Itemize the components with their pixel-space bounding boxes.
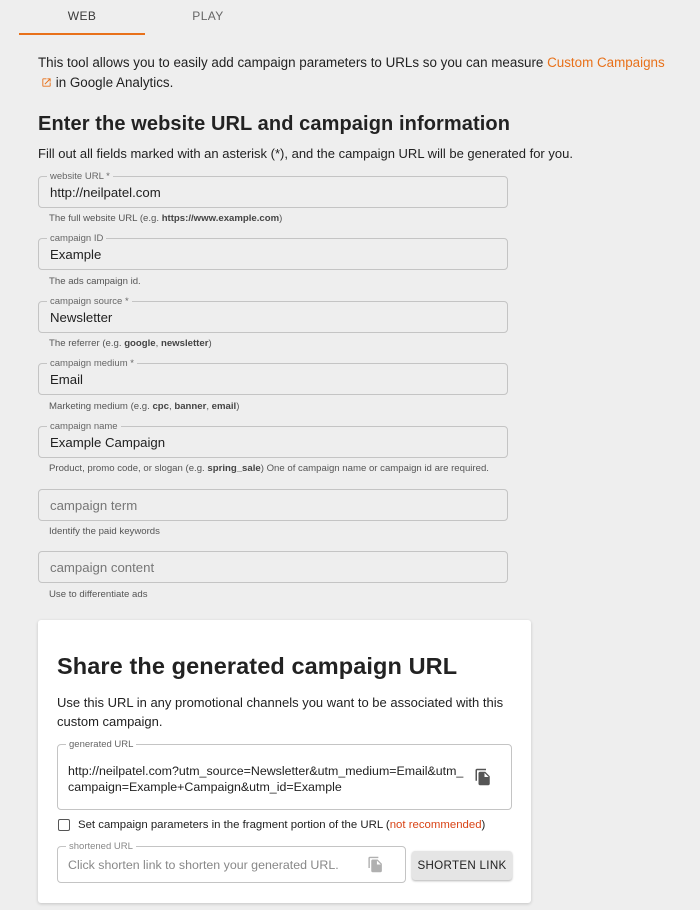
tab-play[interactable]: PLAY: [145, 0, 271, 36]
campaign-name-field[interactable]: campaign name Example Campaign: [38, 421, 508, 458]
tab-bar: WEB PLAY: [0, 0, 700, 36]
campaign-medium-help: Marketing medium (e.g. cpc, banner, emai…: [49, 401, 240, 412]
campaign-term-field[interactable]: campaign term: [38, 489, 508, 521]
campaign-id-field[interactable]: campaign ID Example: [38, 233, 508, 270]
campaign-medium-value[interactable]: Email: [50, 372, 83, 387]
campaign-content-help: Use to differentiate ads: [49, 589, 148, 600]
tab-web[interactable]: WEB: [19, 0, 145, 36]
shortened-url-placeholder[interactable]: Click shorten link to shorten your gener…: [68, 858, 339, 872]
instructions: Fill out all fields marked with an aster…: [38, 146, 573, 161]
campaign-medium-field[interactable]: campaign medium * Email: [38, 358, 508, 395]
generated-url-field[interactable]: generated URL http://neilpatel.com?utm_s…: [57, 739, 512, 810]
campaign-content-field[interactable]: campaign content: [38, 551, 508, 583]
shortened-url-field[interactable]: shortened URL Click shorten link to shor…: [57, 841, 406, 883]
campaign-content-placeholder[interactable]: campaign content: [50, 560, 154, 575]
campaign-source-help: The referrer (e.g. google, newsletter): [49, 338, 212, 349]
intro-text: This tool allows you to easily add campa…: [38, 55, 665, 90]
active-tab-indicator: [19, 33, 145, 35]
campaign-name-label: campaign name: [47, 421, 121, 432]
campaign-name-help: Product, promo code, or slogan (e.g. spr…: [49, 463, 489, 474]
website-url-help: The full website URL (e.g. https://www.e…: [49, 213, 283, 224]
campaign-name-value[interactable]: Example Campaign: [50, 435, 165, 450]
website-url-value[interactable]: http://neilpatel.com: [50, 185, 161, 200]
campaign-source-value[interactable]: Newsletter: [50, 310, 112, 325]
share-card: Share the generated campaign URL Use thi…: [38, 620, 531, 903]
campaign-medium-label: campaign medium *: [47, 358, 137, 369]
generated-url-label: generated URL: [66, 739, 137, 750]
external-link-icon: [42, 77, 51, 87]
fragment-checkbox[interactable]: [58, 819, 70, 831]
generated-url-value[interactable]: http://neilpatel.com?utm_source=Newslett…: [68, 763, 468, 795]
campaign-id-value[interactable]: Example: [50, 247, 101, 262]
copy-icon[interactable]: [474, 767, 492, 787]
shorten-link-button[interactable]: SHORTEN LINK: [412, 851, 512, 880]
campaign-term-placeholder[interactable]: campaign term: [50, 498, 137, 513]
fragment-option[interactable]: Set campaign parameters in the fragment …: [57, 818, 527, 834]
shortened-url-label: shortened URL: [66, 841, 136, 852]
copy-icon[interactable]: [367, 855, 384, 874]
campaign-source-label: campaign source *: [47, 296, 132, 307]
fragment-checkbox-label: Set campaign parameters in the fragment …: [78, 819, 486, 831]
share-title: Share the generated campaign URL: [57, 653, 458, 679]
campaign-term-help: Identify the paid keywords: [49, 526, 160, 537]
section-title: Enter the website URL and campaign infor…: [38, 113, 511, 135]
share-description: Use this URL in any promotional channels…: [57, 695, 504, 729]
campaign-source-field[interactable]: campaign source * Newsletter: [38, 296, 508, 333]
campaign-id-help: The ads campaign id.: [49, 276, 141, 287]
website-url-label: website URL *: [47, 171, 113, 182]
website-url-field[interactable]: website URL * http://neilpatel.com: [38, 171, 508, 208]
campaign-id-label: campaign ID: [47, 233, 107, 244]
